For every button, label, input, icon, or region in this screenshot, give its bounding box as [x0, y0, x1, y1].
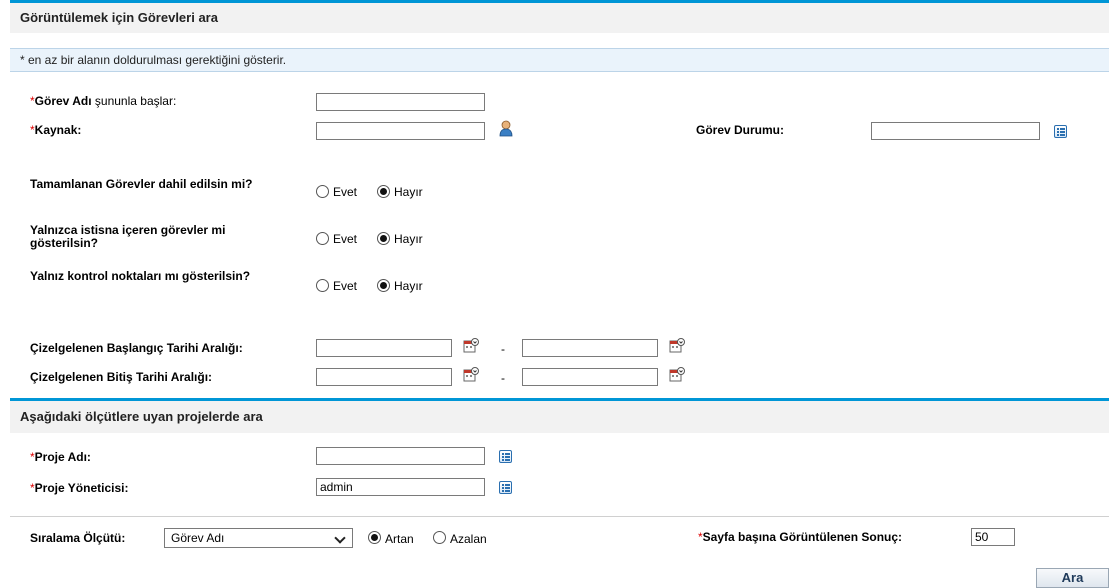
sort-asc-label: Artan — [385, 532, 414, 546]
resource-input[interactable] — [316, 122, 485, 140]
sort-label: Sıralama Ölçütü: — [30, 531, 126, 545]
results-per-page-input[interactable]: 50 — [971, 528, 1015, 546]
project-manager-label: *Proje Yöneticisi: — [30, 481, 129, 495]
include-completed-no-label: Hayır — [394, 185, 423, 199]
include-completed-no-radio[interactable] — [377, 185, 390, 198]
required-note: * en az bir alanın doldurulması gerektiğ… — [10, 48, 1109, 72]
list-lookup-icon[interactable] — [499, 450, 512, 463]
user-picker-icon[interactable] — [498, 120, 514, 137]
include-completed-yes-label: Evet — [333, 185, 358, 199]
milestones-no-label: Hayır — [394, 279, 423, 293]
section-title-tasks: Görüntülemek için Görevleri ara — [10, 3, 1109, 33]
exceptions-no-radio[interactable] — [377, 232, 390, 245]
exceptions-yes-label: Evet — [333, 232, 358, 246]
sched-start-from-input[interactable] — [316, 339, 452, 357]
range-dash: - — [501, 342, 505, 356]
sched-start-label: Çizelgelenen Başlangıç Tarihi Aralığı: — [30, 341, 243, 355]
include-completed-label: Tamamlanan Görevler dahil edilsin mi? — [30, 177, 253, 191]
sched-end-to-input[interactable] — [522, 368, 658, 386]
exceptions-no-label: Hayır — [394, 232, 423, 246]
range-dash: - — [501, 371, 505, 385]
sort-asc-radio[interactable] — [368, 531, 381, 544]
task-status-input[interactable] — [871, 122, 1040, 140]
list-lookup-icon[interactable] — [1054, 125, 1067, 138]
results-per-page-label: *Sayfa başına Görüntülenen Sonuç: — [698, 530, 903, 544]
calendar-icon[interactable] — [463, 366, 479, 382]
milestones-yes-label: Evet — [333, 279, 358, 293]
search-button[interactable]: Ara — [1036, 568, 1109, 588]
task-status-label: Görev Durumu: — [696, 123, 785, 137]
exceptions-label: Yalnızca istisna içeren görevler mi göst… — [30, 223, 226, 250]
sort-desc-label: Azalan — [450, 532, 487, 546]
milestones-label: Yalnız kontrol noktaları mı gösterilsin? — [30, 269, 251, 283]
sched-end-from-input[interactable] — [316, 368, 452, 386]
sort-desc-radio[interactable] — [433, 531, 446, 544]
calendar-icon[interactable] — [669, 366, 685, 382]
sort-select[interactable]: Görev Adı — [164, 528, 353, 548]
include-completed-yes-radio[interactable] — [316, 185, 329, 198]
task-name-input[interactable] — [316, 93, 485, 111]
divider-line — [10, 516, 1109, 517]
milestones-no-radio[interactable] — [377, 279, 390, 292]
sched-end-label: Çizelgelenen Bitiş Tarihi Aralığı: — [30, 370, 213, 384]
resource-label: *Kaynak: — [30, 123, 82, 137]
sched-start-to-input[interactable] — [522, 339, 658, 357]
project-name-input[interactable] — [316, 447, 485, 465]
milestones-yes-radio[interactable] — [316, 279, 329, 292]
calendar-icon[interactable] — [669, 337, 685, 353]
sort-select-value: Görev Adı — [171, 531, 225, 545]
calendar-icon[interactable] — [463, 337, 479, 353]
task-name-label: *Görev Adı şununla başlar: — [30, 94, 177, 108]
section-title-projects: Aşağıdaki ölçütlere uyan projelerde ara — [10, 401, 1109, 433]
list-lookup-icon[interactable] — [499, 481, 512, 494]
chevron-down-icon — [334, 532, 346, 544]
project-manager-input[interactable]: admin — [316, 478, 485, 496]
project-name-label: *Proje Adı: — [30, 450, 91, 464]
exceptions-yes-radio[interactable] — [316, 232, 329, 245]
